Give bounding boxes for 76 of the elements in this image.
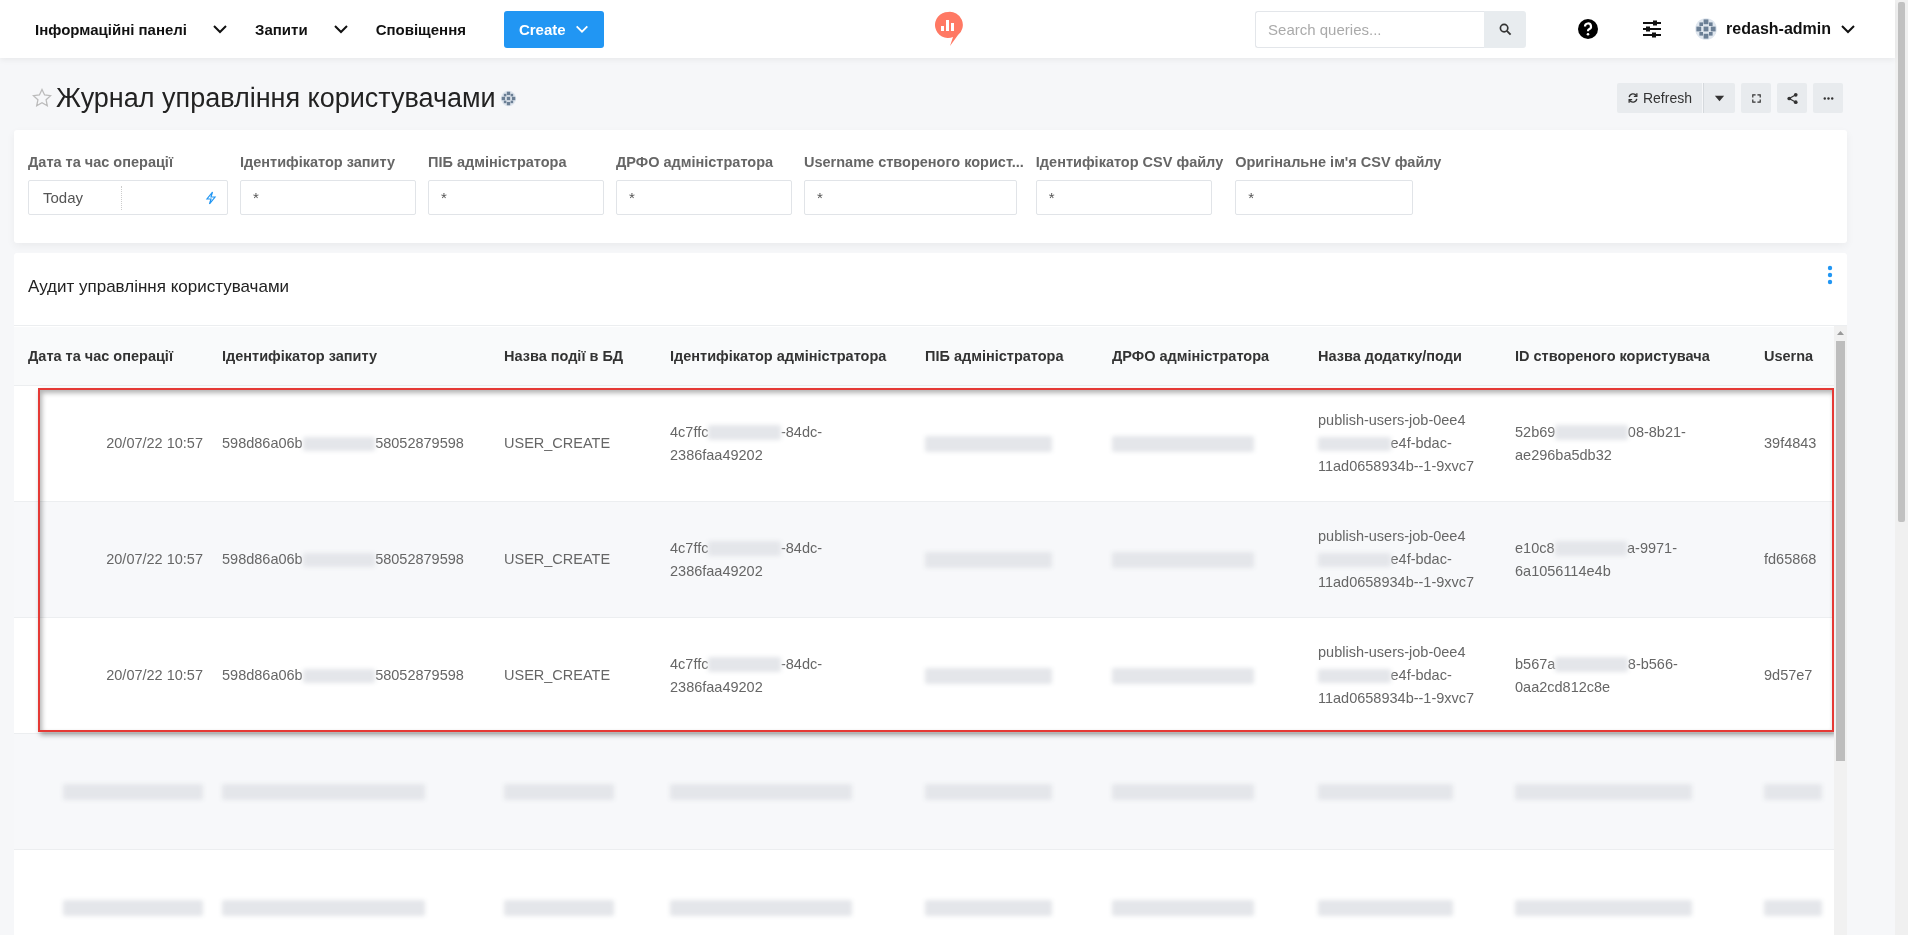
table-cell-text: 39f4843 (1763, 434, 1818, 453)
table-cell-text: 20/07/22 10:57 (105, 434, 204, 453)
filter-label: Дата та час операції (28, 154, 175, 170)
table-cell-text: fd65868 (1763, 550, 1818, 569)
filter-label: ПІБ адміністратора (428, 154, 568, 170)
table-cell-text: USER_CREATE (503, 434, 612, 453)
table-cell-text: publish-users-job-0ee4 e4f-bdac-11ad0658934b--1-9xvc7 (1317, 411, 1476, 476)
fullscreen-icon (1749, 91, 1763, 105)
widget-title: Аудит управління користувачами (28, 277, 290, 297)
nav-menu-item[interactable]: Запити (255, 20, 350, 38)
table-cell-text: USER_CREATE (503, 550, 612, 569)
filter-label: Ідентифікатор запиту (240, 154, 397, 170)
redacted-text (1764, 900, 1822, 917)
share-icon (1785, 91, 1799, 105)
column-header[interactable]: ID створеного користувача (1501, 348, 1750, 364)
sliders-icon (1642, 19, 1663, 39)
avatar-icon (499, 89, 517, 107)
filter-field[interactable]: * (804, 180, 1017, 215)
lightning-icon (205, 190, 217, 205)
table-cell-text: publish-users-job-0ee4 e4f-bdac-11ad0658934b--1-9xvc7 (1317, 643, 1476, 708)
filter-field[interactable]: * (1035, 180, 1212, 215)
column-header[interactable]: ДРФО адміністратора (1098, 348, 1304, 364)
settings-button[interactable] (1642, 19, 1663, 39)
refresh-button[interactable]: Refresh (1616, 83, 1702, 113)
table-cell-text: 598d86a06b 58052879598 (221, 550, 465, 570)
table-cell-text: 598d86a06b 58052879598 (221, 666, 465, 686)
fullscreen-button[interactable] (1741, 83, 1771, 113)
share-button[interactable] (1777, 83, 1807, 113)
table-cell-text: USER_CREATE (503, 666, 612, 685)
table-cell-text: e10c8 a-9971-6a1056114e4b (1514, 538, 1678, 581)
refresh-icon (1626, 92, 1639, 104)
help-button[interactable] (1578, 19, 1599, 39)
filter-field[interactable]: * (428, 180, 604, 215)
avatar-icon (1694, 17, 1719, 41)
table-cell-text: 598d86a06b 58052879598 (221, 434, 465, 454)
more-button[interactable] (1813, 83, 1843, 113)
table-cell-text: 9d57e7 (1763, 666, 1814, 685)
table-cell-text: 52b69 08-8b21-ae296ba5db32 (1514, 422, 1687, 465)
filter-label: Username створеного корист... (804, 154, 1024, 170)
user-menu[interactable]: redash-admin (1694, 17, 1857, 41)
table-cell-text: b567a 8-b566-0aa2cd812c8e (1514, 654, 1679, 697)
column-header[interactable]: ПІБ адміністратора (911, 348, 1098, 364)
nav-menu-item[interactable]: Сповіщення (375, 20, 466, 38)
filter-label: Оригінальне ім'я CSV файлу (1235, 154, 1442, 170)
dashboard-title: Журнал управління користувачами (56, 82, 496, 114)
date-field[interactable]: Today (28, 180, 228, 215)
table-cell-text: 4c7ffc -84dc-2386faa49202 (669, 654, 824, 697)
column-header[interactable]: Назва події в БД (490, 348, 656, 364)
table-cell-text: 20/07/22 10:57 (105, 550, 204, 569)
filter-label: ДРФО адміністратора (616, 154, 775, 170)
help-icon (1578, 19, 1599, 39)
table-cell-text: publish-users-job-0ee4 e4f-bdac-11ad0658934b--1-9xvc7 (1317, 527, 1476, 592)
refresh-options-button[interactable] (1703, 83, 1735, 113)
nav-menu-item[interactable]: Інформаційні панелі (35, 20, 230, 38)
table-scrollbar[interactable] (1834, 326, 1847, 935)
logo-icon[interactable] (932, 10, 963, 48)
filter-field[interactable]: * (1235, 180, 1414, 215)
widget-menu-button[interactable] (1827, 265, 1833, 285)
search-field[interactable]: Search queries... (1255, 10, 1485, 48)
kebab-icon (1827, 265, 1833, 285)
search-icon (1498, 22, 1512, 36)
page-scrollbar[interactable] (1895, 0, 1908, 935)
filter-field[interactable]: * (616, 180, 792, 215)
column-header[interactable]: Назва додатку/поди (1304, 348, 1501, 364)
table-cell-text: 4c7ffc -84dc-2386faa49202 (669, 538, 824, 581)
column-header[interactable]: Userna (1750, 348, 1834, 364)
scroll-up-icon[interactable] (1836, 329, 1845, 337)
filter-label: Ідентифікатор CSV файлу (1035, 154, 1224, 170)
filter-field[interactable]: * (240, 180, 416, 215)
search-button[interactable] (1484, 10, 1527, 48)
star-icon[interactable] (32, 88, 52, 108)
column-header[interactable]: Дата та час операції (14, 348, 208, 364)
table-cell-text: 4c7ffc -84dc-2386faa49202 (669, 422, 824, 465)
column-header[interactable]: Ідентифікатор запиту (208, 348, 490, 364)
table-cell-text: 20/07/22 10:57 (105, 666, 204, 685)
column-header[interactable]: Ідентифікатор адміністратора (656, 348, 911, 364)
